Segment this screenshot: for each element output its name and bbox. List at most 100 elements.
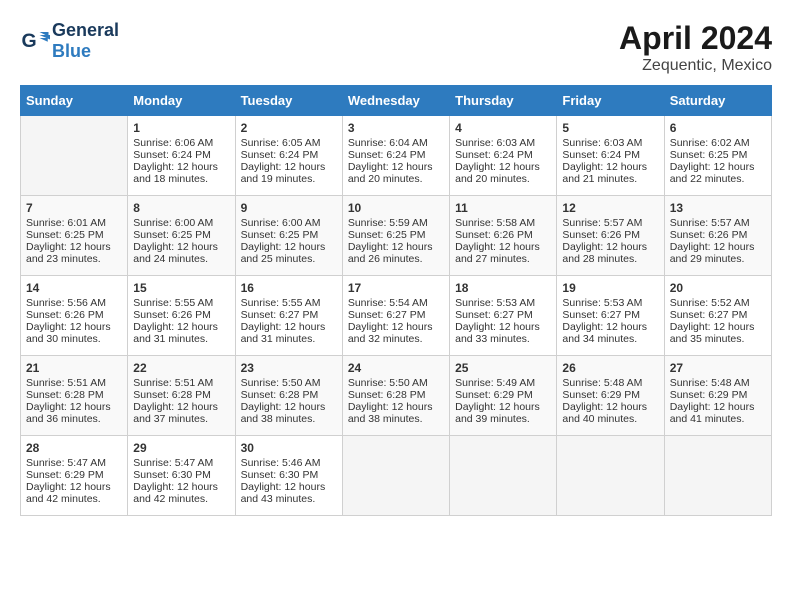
sunrise-text: Sunrise: 5:57 AM [562,217,642,229]
calendar-cell [342,436,449,516]
calendar-cell: 14Sunrise: 5:56 AMSunset: 6:26 PMDayligh… [21,276,128,356]
col-header-tuesday: Tuesday [235,86,342,116]
col-header-friday: Friday [557,86,664,116]
daylight-text: Daylight: 12 hours and 31 minutes. [133,321,218,345]
logo: G General Blue [20,20,119,62]
day-number: 22 [133,361,229,375]
page-header: G General Blue April 2024 Zequentic, Mex… [20,20,772,75]
calendar-cell: 18Sunrise: 5:53 AMSunset: 6:27 PMDayligh… [450,276,557,356]
sunset-text: Sunset: 6:26 PM [455,229,533,241]
sunrise-text: Sunrise: 5:53 AM [562,297,642,309]
calendar-table: SundayMondayTuesdayWednesdayThursdayFrid… [20,85,772,516]
sunrise-text: Sunrise: 6:04 AM [348,137,428,149]
calendar-cell: 11Sunrise: 5:58 AMSunset: 6:26 PMDayligh… [450,196,557,276]
col-header-saturday: Saturday [664,86,771,116]
sunset-text: Sunset: 6:28 PM [348,389,426,401]
daylight-text: Daylight: 12 hours and 31 minutes. [241,321,326,345]
calendar-cell: 30Sunrise: 5:46 AMSunset: 6:30 PMDayligh… [235,436,342,516]
daylight-text: Daylight: 12 hours and 24 minutes. [133,241,218,265]
day-number: 27 [670,361,766,375]
sunset-text: Sunset: 6:26 PM [670,229,748,241]
calendar-cell: 23 Sunrise: 5:50 AMSunset: 6:28 PMDayligh… [235,356,342,436]
daylight-text: Daylight: 12 hours and 22 minutes. [670,161,755,185]
daylight-text: Daylight: 12 hours and 27 minutes. [455,241,540,265]
sunrise-text: Sunrise: 5:47 AM [133,457,213,469]
calendar-cell: 28Sunrise: 5:47 AMSunset: 6:29 PMDayligh… [21,436,128,516]
calendar-cell: 5Sunrise: 6:03 AMSunset: 6:24 PMDaylight… [557,116,664,196]
calendar-cell: 2Sunrise: 6:05 AMSunset: 6:24 PMDaylight… [235,116,342,196]
sunset-text: Sunset: 6:28 PM [133,389,211,401]
daylight-text: Daylight: 12 hours and 42 minutes. [26,481,111,505]
calendar-cell: 7Sunrise: 6:01 AMSunset: 6:25 PMDaylight… [21,196,128,276]
sunrise-text: Sunrise: 5:50 AM [241,377,321,389]
day-number: 29 [133,441,229,455]
day-number: 23 [241,361,337,375]
daylight-text: Daylight: 12 hours and 23 minutes. [26,241,111,265]
day-number: 9 [241,201,337,215]
sunset-text: Sunset: 6:24 PM [562,149,640,161]
day-number: 30 [241,441,337,455]
title-block: April 2024 Zequentic, Mexico [619,20,772,75]
sunrise-text: Sunrise: 5:59 AM [348,217,428,229]
calendar-cell: 6Sunrise: 6:02 AMSunset: 6:25 PMDaylight… [664,116,771,196]
sunset-text: Sunset: 6:28 PM [241,389,319,401]
sunrise-text: Sunrise: 5:47 AM [26,457,106,469]
calendar-cell: 17Sunrise: 5:54 AMSunset: 6:27 PMDayligh… [342,276,449,356]
day-number: 14 [26,281,122,295]
sunset-text: Sunset: 6:25 PM [133,229,211,241]
calendar-week-row: 28Sunrise: 5:47 AMSunset: 6:29 PMDayligh… [21,436,772,516]
day-number: 24 [348,361,444,375]
sunrise-text: Sunrise: 6:00 AM [133,217,213,229]
day-number: 15 [133,281,229,295]
calendar-cell: 24 Sunrise: 5:50 AMSunset: 6:28 PMDayligh… [342,356,449,436]
daylight-text: Daylight: 12 hours and 20 minutes. [348,161,433,185]
col-header-monday: Monday [128,86,235,116]
page-subtitle: Zequentic, Mexico [619,57,772,75]
sunset-text: Sunset: 6:27 PM [455,309,533,321]
daylight-text: Daylight: 12 hours and 43 minutes. [241,481,326,505]
sunset-text: Sunset: 6:24 PM [455,149,533,161]
calendar-cell [664,436,771,516]
day-number: 28 [26,441,122,455]
sunset-text: Sunset: 6:27 PM [670,309,748,321]
daylight-text: Daylight: 12 hours and 36 minutes. [26,401,111,425]
calendar-cell: 26Sunrise: 5:48 AMSunset: 6:29 PMDayligh… [557,356,664,436]
sunset-text: Sunset: 6:25 PM [670,149,748,161]
day-number: 2 [241,121,337,135]
day-number: 3 [348,121,444,135]
sunrise-text: Sunrise: 6:06 AM [133,137,213,149]
day-number: 16 [241,281,337,295]
daylight-text: Daylight: 12 hours and 38 minutes. [241,401,326,425]
daylight-text: Daylight: 12 hours and 42 minutes. [133,481,218,505]
calendar-week-row: 14Sunrise: 5:56 AMSunset: 6:26 PMDayligh… [21,276,772,356]
sunset-text: Sunset: 6:24 PM [133,149,211,161]
daylight-text: Daylight: 12 hours and 37 minutes. [133,401,218,425]
page-title: April 2024 [619,20,772,57]
logo-icon: G [20,26,50,56]
day-number: 6 [670,121,766,135]
day-number: 10 [348,201,444,215]
daylight-text: Daylight: 12 hours and 38 minutes. [348,401,433,425]
sunset-text: Sunset: 6:25 PM [241,229,319,241]
sunrise-text: Sunrise: 5:55 AM [241,297,321,309]
calendar-header-row: SundayMondayTuesdayWednesdayThursdayFrid… [21,86,772,116]
day-number: 7 [26,201,122,215]
day-number: 1 [133,121,229,135]
daylight-text: Daylight: 12 hours and 40 minutes. [562,401,647,425]
calendar-cell: 15Sunrise: 5:55 AMSunset: 6:26 PMDayligh… [128,276,235,356]
sunrise-text: Sunrise: 5:46 AM [241,457,321,469]
sunrise-text: Sunrise: 5:50 AM [348,377,428,389]
day-number: 21 [26,361,122,375]
calendar-cell: 22Sunrise: 5:51 AMSunset: 6:28 PMDayligh… [128,356,235,436]
calendar-cell: 29Sunrise: 5:47 AMSunset: 6:30 PMDayligh… [128,436,235,516]
calendar-cell: 16Sunrise: 5:55 AMSunset: 6:27 PMDayligh… [235,276,342,356]
sunrise-text: Sunrise: 6:03 AM [562,137,642,149]
logo-blue-text: Blue [52,41,91,61]
day-number: 17 [348,281,444,295]
daylight-text: Daylight: 12 hours and 32 minutes. [348,321,433,345]
daylight-text: Daylight: 12 hours and 21 minutes. [562,161,647,185]
sunset-text: Sunset: 6:26 PM [26,309,104,321]
day-number: 25 [455,361,551,375]
day-number: 4 [455,121,551,135]
col-header-thursday: Thursday [450,86,557,116]
